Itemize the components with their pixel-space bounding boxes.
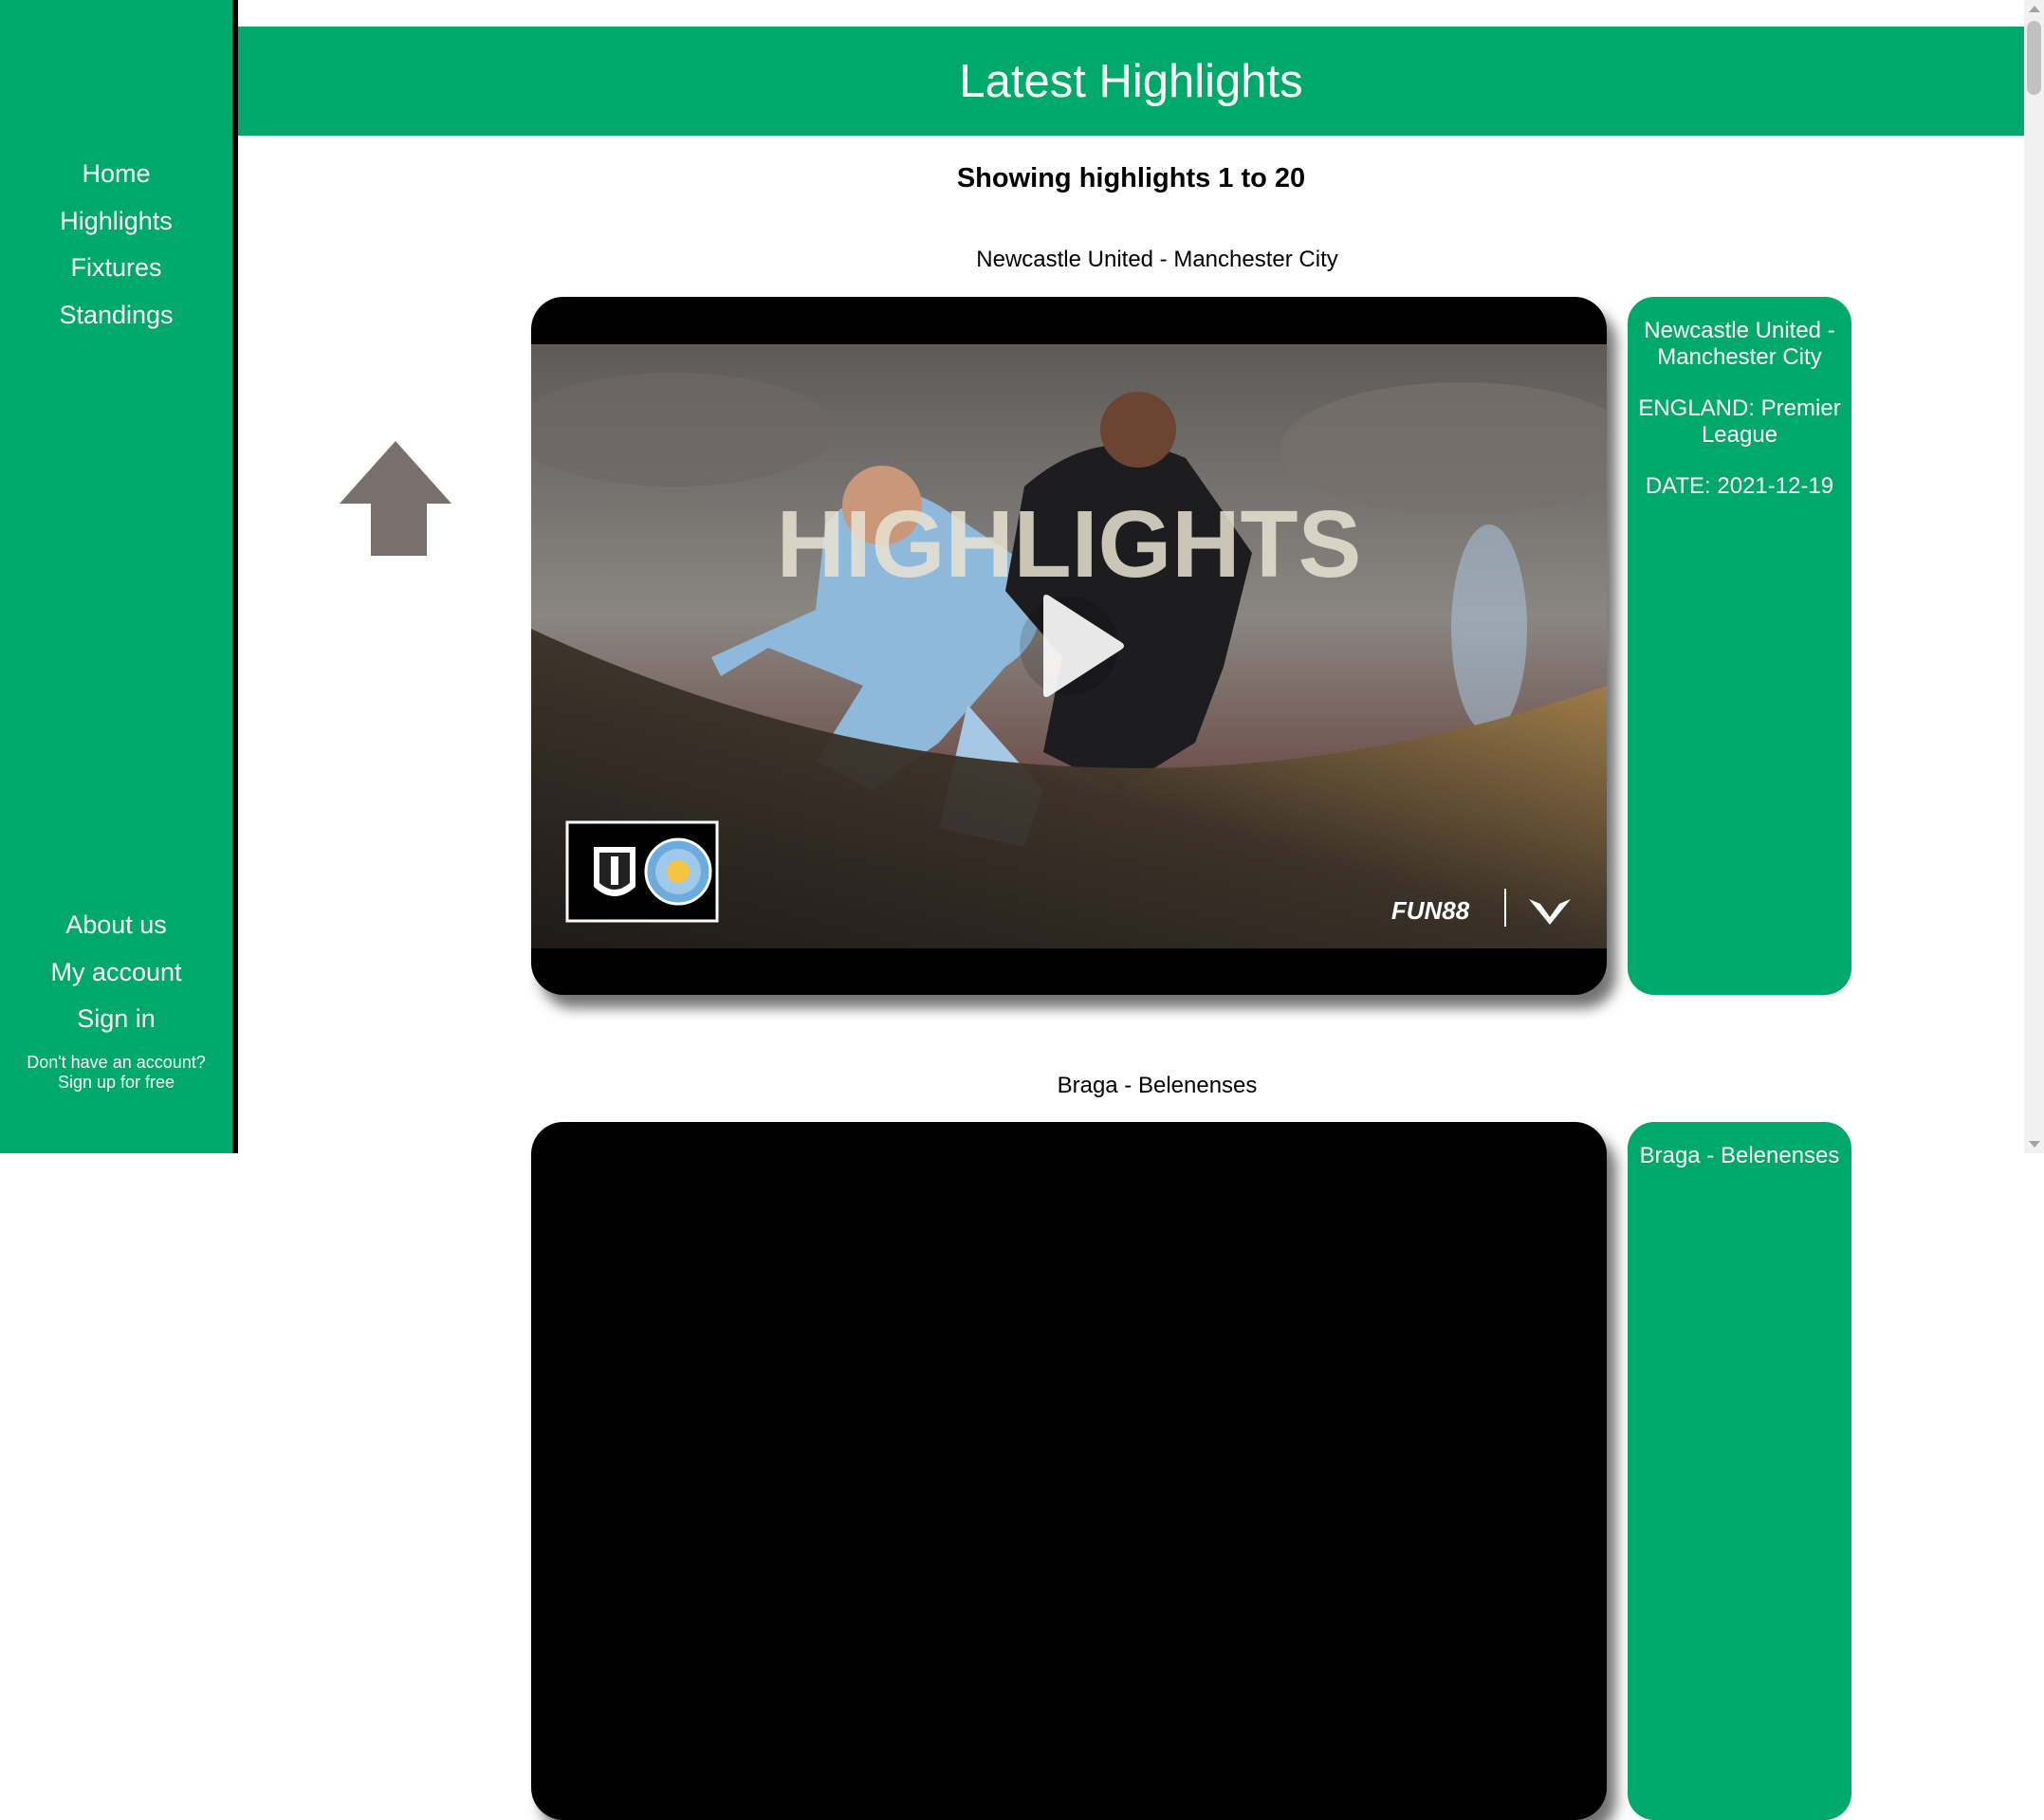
- signup-note: Don't have an account? Sign up for free: [0, 1053, 232, 1093]
- nav-about-us[interactable]: About us: [0, 910, 232, 940]
- card-match: Braga - Belenenses: [1639, 1143, 1840, 1168]
- nav-my-account[interactable]: My account: [0, 958, 232, 987]
- highlight-title[interactable]: Newcastle United - Manchester City: [531, 247, 1783, 273]
- nav-home[interactable]: Home: [0, 159, 232, 189]
- nav-fixtures[interactable]: Fixtures: [0, 253, 232, 283]
- scroll-up-icon[interactable]: [2029, 6, 2040, 12]
- card-league: ENGLAND: Premier League: [1638, 395, 1841, 448]
- card-match: Newcastle United - Manchester City: [1644, 318, 1835, 370]
- page-header: Latest Highlights: [238, 27, 2024, 136]
- highlight-video-player[interactable]: HIGHLIGHTS FUN88: [531, 297, 1607, 995]
- highlight-title[interactable]: Braga - Belenenses: [531, 1073, 1783, 1099]
- highlight-info-card: Braga - Belenenses: [1628, 1122, 1851, 1820]
- signup-prompt: Don't have an account?: [27, 1053, 206, 1072]
- nav-highlights[interactable]: Highlights: [0, 207, 232, 236]
- up-arrow-icon[interactable]: [340, 441, 451, 556]
- thumbnail-overlay-text: HIGHLIGHTS: [777, 491, 1362, 597]
- results-count: Showing highlights 1 to 20: [956, 163, 1306, 193]
- signup-link[interactable]: Sign up for free: [0, 1073, 232, 1093]
- card-date: DATE: 2021-12-19: [1645, 473, 1834, 499]
- page-title: Latest Highlights: [959, 55, 1303, 107]
- sidebar: Home Highlights Fixtures Standings About…: [0, 0, 238, 1153]
- nav-sign-in[interactable]: Sign in: [0, 1004, 232, 1034]
- newcastle-crest-icon: [594, 847, 635, 896]
- team-crests: [565, 820, 719, 923]
- manchester-city-crest-icon: [644, 837, 712, 906]
- sponsor-divider: [1504, 889, 1506, 927]
- scroll-down-icon[interactable]: [2029, 1141, 2040, 1148]
- highlight-info-card: Newcastle United - Manchester City ENGLA…: [1628, 297, 1851, 995]
- highlight-video-player[interactable]: [531, 1122, 1607, 1820]
- video-thumbnail: HIGHLIGHTS FUN88: [531, 344, 1607, 948]
- vertical-scrollbar[interactable]: [2024, 0, 2044, 1153]
- scrollbar-thumb[interactable]: [2027, 21, 2041, 95]
- sponsor-logo: FUN88: [1391, 896, 1470, 925]
- nav-standings[interactable]: Standings: [0, 301, 232, 330]
